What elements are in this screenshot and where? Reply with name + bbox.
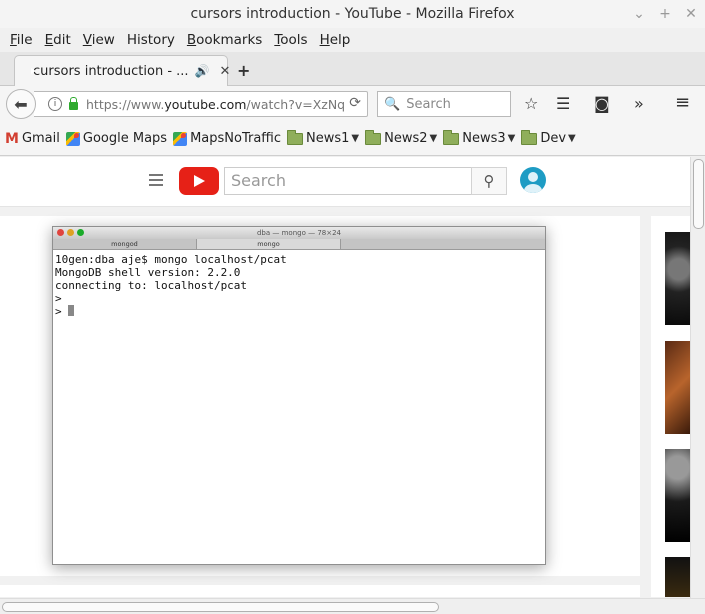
search-input[interactable]: Search: [406, 97, 451, 112]
folder-icon: [287, 129, 304, 145]
terminal-titlebar: dba — mongo — 78×24: [53, 227, 545, 239]
related-video-thumbnail[interactable]: [665, 232, 690, 325]
bookmark-gmail[interactable]: M Gmail: [5, 131, 60, 147]
speaker-icon[interactable]: 🔊: [195, 64, 210, 78]
pocket-icon[interactable]: ◙: [594, 94, 610, 113]
hamburger-menu-icon[interactable]: ≡: [675, 92, 690, 113]
tab-title: cursors introduction - ...: [33, 63, 189, 79]
lock-icon[interactable]: [69, 97, 78, 110]
video-info-panel: [0, 585, 640, 597]
caret-down-icon: ▼: [507, 133, 516, 144]
yellow-dot-icon: [67, 229, 74, 236]
bookmark-folder-dev[interactable]: Dev ▼: [521, 129, 576, 146]
caret-down-icon: ▼: [568, 133, 576, 144]
star-icon[interactable]: ☆: [524, 94, 538, 113]
library-icon[interactable]: ☰: [556, 94, 570, 113]
menu-file[interactable]: File: [4, 32, 39, 48]
avatar[interactable]: [520, 167, 546, 193]
menu-edit[interactable]: Edit: [39, 32, 77, 48]
green-dot-icon: [77, 229, 84, 236]
window-controls: ⌄ + ✕: [633, 0, 697, 28]
url-bar[interactable]: i https://www.youtube.com/watch?v=XzNq ⟳: [34, 91, 368, 117]
menu-history[interactable]: History: [121, 32, 181, 48]
menu-tools[interactable]: Tools: [268, 32, 313, 48]
bookmark-folder-news2[interactable]: News2 ▼: [365, 129, 438, 146]
terminal-line: connecting to: localhost/pcat: [55, 279, 248, 292]
terminal-title: dba — mongo — 78×24: [256, 229, 342, 237]
reload-icon[interactable]: ⟳: [349, 95, 361, 111]
terminal-tab-mongo: mongo: [197, 239, 341, 249]
bookmarks-bar: M Gmail Google Maps MapsNoTraffic News1 ▼ …: [0, 122, 705, 156]
terminal-line: MongoDB shell version: 2.2.0: [55, 266, 241, 279]
navigation-bar: i https://www.youtube.com/watch?v=XzNq ⟳…: [0, 86, 705, 122]
overflow-icon[interactable]: »: [634, 94, 644, 113]
info-icon[interactable]: i: [48, 97, 62, 111]
firefox-window: cursors introduction - YouTube - Mozilla…: [0, 0, 705, 614]
terminal-prompt-line: >: [55, 305, 543, 318]
maps-icon: [65, 131, 80, 146]
window-title: cursors introduction - YouTube - Mozilla…: [190, 6, 515, 22]
menu-view[interactable]: View: [77, 32, 121, 48]
related-video-thumbnail[interactable]: [665, 557, 690, 597]
horizontal-scroll-thumb[interactable]: [2, 602, 439, 612]
youtube-header: Search ⚲: [0, 157, 690, 207]
maximize-icon[interactable]: +: [659, 0, 671, 28]
menu-help[interactable]: Help: [314, 32, 357, 48]
terminal-window-buttons: [57, 229, 84, 236]
new-tab-button[interactable]: +: [237, 61, 250, 80]
bookmark-folder-news3[interactable]: News3 ▼: [443, 129, 516, 146]
maps-icon: [173, 131, 188, 146]
terminal-line: 10gen:dba aje$ mongo localhost/pcat: [55, 253, 287, 266]
caret-down-icon: ▼: [351, 133, 360, 144]
vertical-scroll-thumb[interactable]: [693, 159, 704, 229]
video-terminal-frame: dba — mongo — 78×24 mongod mongo 10gen:d…: [52, 226, 546, 565]
search-icon: ⚲: [483, 172, 495, 190]
window-titlebar: cursors introduction - YouTube - Mozilla…: [0, 0, 705, 28]
guide-menu-icon[interactable]: [149, 174, 163, 189]
terminal-tabs: mongod mongo: [53, 239, 545, 250]
search-engine-icon[interactable]: 🔍: [384, 97, 400, 112]
close-icon[interactable]: ✕: [685, 0, 697, 28]
youtube-logo[interactable]: [179, 167, 219, 195]
menu-bookmarks[interactable]: Bookmarks: [181, 32, 268, 48]
vertical-scrollbar[interactable]: [690, 157, 705, 598]
terminal-output: 10gen:dba aje$ mongo localhost/pcat Mong…: [53, 250, 545, 321]
folder-icon: [521, 129, 538, 145]
folder-icon: [443, 129, 460, 145]
terminal-line: >: [55, 292, 62, 305]
url-text[interactable]: https://www.youtube.com/watch?v=XzNq: [86, 97, 345, 112]
youtube-search-button[interactable]: ⚲: [471, 167, 507, 195]
terminal-cursor: [68, 305, 75, 316]
caret-down-icon: ▼: [429, 133, 438, 144]
bookmark-folder-news1[interactable]: News1 ▼: [287, 129, 360, 146]
folder-icon: [365, 129, 382, 145]
tab-cursors-introduction[interactable]: cursors introduction - ... 🔊 ✕: [14, 55, 231, 86]
tab-strip: cursors introduction - ... 🔊 ✕ +: [0, 52, 705, 86]
menu-bar: File Edit View History Bookmarks Tools H…: [0, 28, 705, 52]
related-video-thumbnail[interactable]: [665, 449, 690, 542]
page-content: Search ⚲ dba — mongo — 78×24 mongod mong…: [0, 157, 690, 597]
minimize-icon[interactable]: ⌄: [633, 0, 645, 28]
horizontal-scrollbar[interactable]: [0, 598, 705, 614]
gmail-icon: M: [5, 130, 19, 147]
search-bar[interactable]: 🔍 Search: [377, 91, 511, 117]
terminal-tab-mongod: mongod: [53, 239, 197, 249]
bookmark-google-maps[interactable]: Google Maps: [65, 131, 167, 146]
close-icon[interactable]: ✕: [220, 64, 231, 79]
youtube-search-input[interactable]: Search: [224, 167, 472, 195]
arrow-left-icon: ⬅: [14, 94, 28, 114]
back-button[interactable]: ⬅: [6, 89, 36, 119]
bookmark-mapsnotraffic[interactable]: MapsNoTraffic: [173, 131, 281, 146]
red-dot-icon: [57, 229, 64, 236]
related-video-thumbnail[interactable]: [665, 341, 690, 434]
